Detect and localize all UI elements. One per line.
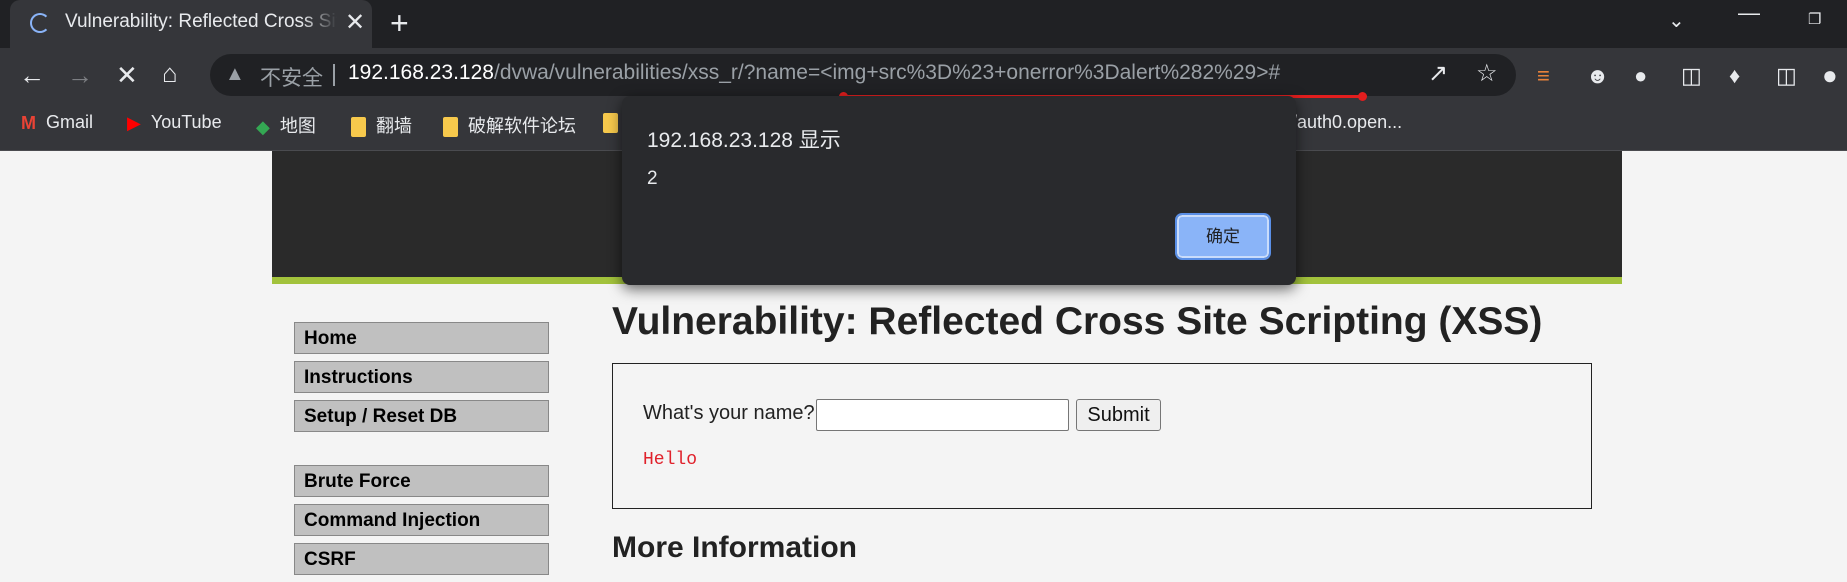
more-info-heading: More Information xyxy=(612,531,857,564)
name-input[interactable] xyxy=(816,399,1069,431)
menu-item-home[interactable]: Home xyxy=(294,322,549,354)
share-icon[interactable]: ↗ xyxy=(1428,59,1448,89)
tab-title: Vulnerability: Reflected Cross Site Scri… xyxy=(65,11,337,33)
menu-group-main: Home Instructions Setup / Reset DB xyxy=(294,322,549,439)
url-path: /dvwa/vulnerabilities/xss_r/?name=<img+s… xyxy=(493,61,1281,84)
extension-network-icon[interactable]: ◫ xyxy=(1681,61,1702,91)
output-text: Hello xyxy=(643,450,698,470)
bookmark-gmail[interactable]: M Gmail xyxy=(21,112,93,134)
forward-icon[interactable]: → xyxy=(67,60,93,90)
alert-message: 2 xyxy=(647,168,658,189)
url-host: 192.168.23.128 xyxy=(348,61,494,84)
minimize-icon[interactable]: — xyxy=(1738,0,1760,26)
bookmark-folder-2[interactable]: 破解软件论坛 xyxy=(443,112,576,138)
loading-spinner-icon xyxy=(30,13,50,33)
menu-group-vulns: Brute Force Command Injection CSRF xyxy=(294,465,549,582)
stop-icon[interactable]: ✕ xyxy=(116,60,138,90)
folder-icon xyxy=(603,113,618,134)
submit-button[interactable]: Submit xyxy=(1076,399,1161,431)
bookmark-label: Gmail xyxy=(46,112,94,132)
bookmark-auth0[interactable]: /auth0.open... xyxy=(1292,112,1402,133)
xss-form-box xyxy=(612,363,1592,509)
menu-item-brute-force[interactable]: Brute Force xyxy=(294,465,549,497)
menu-item-csrf[interactable]: CSRF xyxy=(294,543,549,575)
restore-icon[interactable]: ❐ xyxy=(1808,10,1821,28)
back-icon[interactable]: ← xyxy=(19,60,45,90)
new-tab-button[interactable]: + xyxy=(390,6,409,40)
youtube-icon: ▶ xyxy=(127,112,141,133)
extensions-puzzle-icon[interactable]: ♦ xyxy=(1729,61,1740,91)
bookmark-label: 地图 xyxy=(279,116,316,136)
folder-icon xyxy=(351,117,366,138)
alert-title: 192.168.23.128 显示 xyxy=(647,129,841,152)
bookmark-folder-1[interactable]: 翻墙 xyxy=(351,112,412,138)
bookmark-label: 翻墙 xyxy=(376,116,412,136)
warning-icon[interactable]: ▲ xyxy=(225,63,245,86)
bookmark-label: /auth0.open... xyxy=(1292,112,1403,132)
omnibox-divider xyxy=(333,64,335,86)
bookmark-youtube[interactable]: ▶ YouTube xyxy=(127,112,222,134)
browser-tab[interactable]: Vulnerability: Reflected Cross Site Scri… xyxy=(10,0,372,48)
extension-translate-icon[interactable]: ≡ xyxy=(1537,61,1550,91)
profile-avatar-icon[interactable]: ● xyxy=(1822,60,1838,90)
page-title: Vulnerability: Reflected Cross Site Scri… xyxy=(612,300,1543,343)
name-label: What's your name? xyxy=(643,402,815,424)
folder-icon xyxy=(443,117,458,138)
menu-item-setup[interactable]: Setup / Reset DB xyxy=(294,400,549,432)
tab-search-icon[interactable]: ⌄ xyxy=(1668,8,1685,33)
bookmark-label: 破解软件论坛 xyxy=(468,116,576,136)
home-icon[interactable]: ⌂ xyxy=(162,58,178,88)
maps-icon: ◆ xyxy=(256,116,270,137)
menu-item-instructions[interactable]: Instructions xyxy=(294,361,549,393)
bookmark-star-icon[interactable]: ☆ xyxy=(1476,59,1498,89)
security-label[interactable]: 不安全 xyxy=(260,62,323,92)
extension-globe-icon[interactable]: ● xyxy=(1634,61,1647,91)
menu-item-command-injection[interactable]: Command Injection xyxy=(294,504,549,536)
alert-ok-button[interactable]: 确定 xyxy=(1175,213,1271,260)
extension-mask-icon[interactable]: ☻ xyxy=(1586,61,1609,91)
url-text[interactable]: 192.168.23.128/dvwa/vulnerabilities/xss_… xyxy=(348,61,1280,85)
bookmark-maps[interactable]: ◆ 地图 xyxy=(256,112,316,138)
tab-close-icon[interactable]: ✕ xyxy=(345,9,365,37)
gmail-icon: M xyxy=(21,112,36,133)
side-panel-icon[interactable]: ◫ xyxy=(1776,61,1797,91)
underline-end-dot xyxy=(1358,92,1367,101)
bookmark-label: YouTube xyxy=(150,112,222,132)
